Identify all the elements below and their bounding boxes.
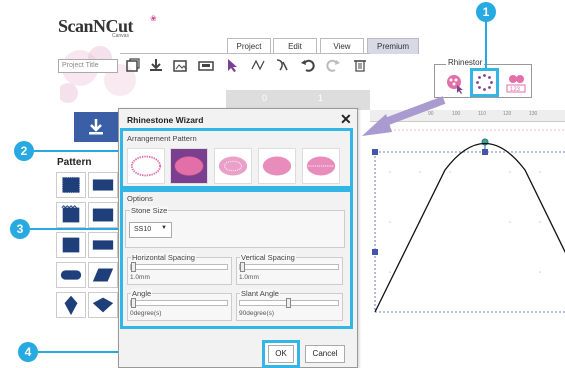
delete-icon[interactable] xyxy=(352,57,368,73)
download-icon[interactable] xyxy=(148,57,164,73)
pattern-diamond[interactable] xyxy=(88,292,118,318)
angle-thumb[interactable] xyxy=(131,298,136,308)
canvas-ruler-mark: 130 xyxy=(529,111,538,117)
canvas-ruler-mark: 120 xyxy=(503,111,512,117)
pattern-kite[interactable] xyxy=(56,292,86,318)
vertical-spacing-thumb[interactable] xyxy=(240,262,245,272)
pattern-grid xyxy=(56,172,120,320)
arrangement-fill-grid[interactable] xyxy=(170,148,208,184)
pattern-zigzag-square[interactable] xyxy=(56,202,86,228)
vertical-spacing-label: Vertical Spacing xyxy=(240,253,296,262)
slant-angle-value: 90degree(s) xyxy=(239,310,275,317)
scan-icon[interactable] xyxy=(198,57,214,73)
pen-tool-icon[interactable] xyxy=(274,57,290,73)
ok-button[interactable]: OK xyxy=(268,345,294,363)
tab-premium[interactable]: Premium xyxy=(367,38,419,54)
callout-2-leader xyxy=(34,150,120,152)
rhinestone-panel-label: Rhinestor xyxy=(446,58,485,67)
pattern-square-stitch[interactable] xyxy=(56,172,86,198)
callout-1-badge: 1 xyxy=(476,2,496,22)
top-ruler-bar: 0 1 xyxy=(226,90,370,110)
horizontal-spacing-value: 1.0mm xyxy=(130,274,150,281)
canvas-ruler-mark: 100 xyxy=(452,111,461,117)
pattern-rectangle[interactable] xyxy=(88,172,118,198)
stone-size-value: SS10 xyxy=(134,226,152,233)
canvas-ruler-mark: 110 xyxy=(478,111,486,117)
canvas-shape[interactable] xyxy=(370,122,565,368)
svg-text:123: 123 xyxy=(510,87,521,93)
tab-divider xyxy=(120,53,370,54)
ruler-mark: 1 xyxy=(318,93,324,103)
app-logo-subtitle: Canvas xyxy=(112,33,129,39)
arrangement-pattern-label: Arrangement Pattern xyxy=(126,134,198,143)
angle-value: 0degree(s) xyxy=(130,310,162,317)
stone-size-label: Stone Size xyxy=(130,206,169,215)
callout-1-leader xyxy=(485,22,487,68)
pattern-square[interactable] xyxy=(56,232,86,258)
rhinestone-fill-icon[interactable] xyxy=(444,72,466,94)
callout-2-badge: 2 xyxy=(14,141,34,161)
save-download-button[interactable] xyxy=(74,112,118,142)
callout-3-badge: 3 xyxy=(10,219,30,239)
slant-angle-thumb[interactable] xyxy=(286,298,291,308)
pattern-dashed-rect[interactable] xyxy=(88,202,118,228)
arrangement-concentric[interactable] xyxy=(214,148,252,184)
angle-label: Angle xyxy=(131,289,153,298)
tab-edit[interactable]: Edit xyxy=(273,38,317,54)
vertical-spacing-value: 1.0mm xyxy=(239,274,259,281)
tab-project[interactable]: Project xyxy=(227,38,271,54)
horizontal-spacing-thumb[interactable] xyxy=(131,262,136,272)
node-edit-icon[interactable] xyxy=(250,57,266,73)
new-project-icon[interactable] xyxy=(125,57,141,73)
redo-icon[interactable] xyxy=(325,57,341,73)
options-label: Options xyxy=(126,194,154,203)
slant-angle-label: Slant Angle xyxy=(240,289,280,298)
callout-3-leader xyxy=(30,228,122,230)
pattern-wide-rect[interactable] xyxy=(88,232,118,258)
cancel-button[interactable]: Cancel xyxy=(305,345,345,363)
arrangement-horizontal[interactable] xyxy=(302,148,340,184)
callout-4-badge: 4 xyxy=(18,342,38,362)
undo-icon[interactable] xyxy=(300,57,316,73)
pattern-rounded-rect[interactable] xyxy=(56,262,86,288)
arrangement-outline[interactable] xyxy=(127,148,165,184)
vertical-spacing-slider[interactable] xyxy=(239,264,339,270)
arrangement-radial[interactable] xyxy=(258,148,296,184)
logo-flower-icon: ❀ xyxy=(150,14,157,23)
stone-size-select[interactable]: SS10 ▼ xyxy=(129,222,172,238)
ruler-mark: 0 xyxy=(262,93,268,103)
floral-decoration xyxy=(60,46,136,103)
dialog-title: Rhinestone Wizard xyxy=(127,115,204,125)
download-arrow-icon xyxy=(89,119,103,135)
rhinestone-outline-icon[interactable] xyxy=(475,73,494,92)
import-image-icon[interactable] xyxy=(172,57,188,73)
pattern-parallelogram[interactable] xyxy=(88,262,118,288)
horizontal-spacing-label: Horizontal Spacing xyxy=(131,253,196,262)
pattern-panel-title: Pattern xyxy=(57,157,92,168)
rhinestone-template-icon[interactable]: 123 xyxy=(505,72,527,94)
angle-slider[interactable] xyxy=(130,300,228,306)
select-arrow-icon[interactable] xyxy=(225,57,241,73)
pointer-arrow xyxy=(362,96,446,136)
project-title-field[interactable]: Project Title xyxy=(58,59,118,73)
horizontal-spacing-slider[interactable] xyxy=(130,264,228,270)
chevron-down-icon: ▼ xyxy=(161,225,167,231)
tab-view[interactable]: View xyxy=(320,38,364,54)
close-icon[interactable]: ✕ xyxy=(340,111,352,128)
